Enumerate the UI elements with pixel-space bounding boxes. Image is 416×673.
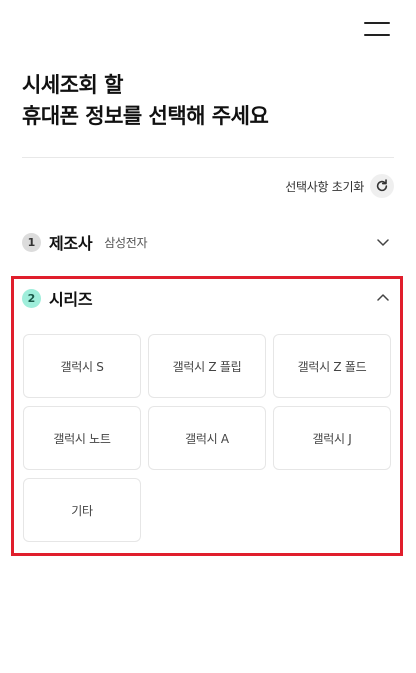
series-option-other[interactable]: 기타 bbox=[23, 478, 141, 542]
series-option-galaxy-note[interactable]: 갤럭시 노트 bbox=[23, 406, 141, 470]
divider bbox=[22, 157, 394, 158]
hamburger-menu-button[interactable] bbox=[364, 20, 392, 40]
step-title: 시리즈 bbox=[49, 290, 93, 309]
chevron-up-icon bbox=[377, 294, 389, 301]
step-series[interactable]: 2 시리즈 bbox=[22, 283, 394, 313]
reset-selection-button[interactable]: 선택사항 초기화 bbox=[285, 174, 394, 198]
step-manufacturer[interactable]: 1 제조사 삼성전자 bbox=[22, 227, 394, 257]
page-title: 시세조회 할 휴대폰 정보를 선택해 주세요 bbox=[22, 70, 382, 132]
series-option-galaxy-z-flip[interactable]: 갤럭시 Z 플립 bbox=[148, 334, 266, 398]
step-selected-value: 삼성전자 bbox=[104, 235, 148, 250]
step-number-badge: 2 bbox=[22, 288, 41, 308]
step-number-badge: 1 bbox=[22, 232, 41, 252]
page-title-line1: 시세조회 할 bbox=[22, 73, 123, 97]
step-title: 제조사 bbox=[49, 234, 93, 253]
page-title-line2: 휴대폰 정보를 선택해 주세요 bbox=[22, 104, 269, 128]
series-option-galaxy-z-fold[interactable]: 갤럭시 Z 폴드 bbox=[273, 334, 391, 398]
series-option-galaxy-s[interactable]: 갤럭시 S bbox=[23, 334, 141, 398]
chevron-down-icon bbox=[377, 239, 389, 246]
reset-selection-label: 선택사항 초기화 bbox=[285, 179, 364, 194]
series-option-galaxy-j[interactable]: 갤럭시 J bbox=[273, 406, 391, 470]
menu-icon-line bbox=[364, 34, 390, 36]
menu-icon-line bbox=[364, 22, 390, 24]
series-option-galaxy-a[interactable]: 갤럭시 A bbox=[148, 406, 266, 470]
refresh-icon bbox=[370, 174, 394, 198]
